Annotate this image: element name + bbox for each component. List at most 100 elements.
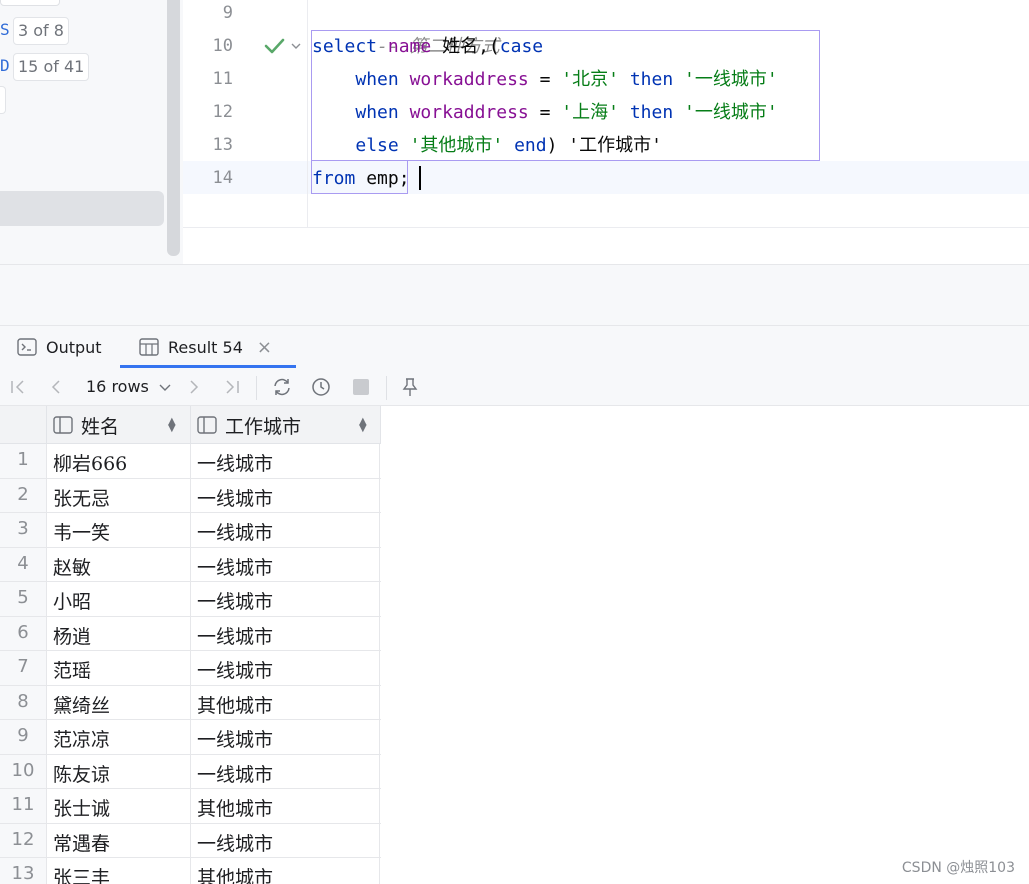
- sidebar-scrollbar[interactable]: [167, 0, 180, 256]
- cell-city[interactable]: 一线城市: [190, 720, 380, 754]
- refresh-icon[interactable]: [271, 376, 293, 398]
- row-number[interactable]: 6: [0, 616, 46, 650]
- close-icon[interactable]: ×: [257, 337, 272, 358]
- statement-highlight-box-tail: [311, 160, 408, 194]
- cell-city[interactable]: 其他城市: [190, 858, 380, 884]
- table-row[interactable]: 6 杨逍 一线城市: [0, 616, 381, 651]
- sidebar-selected-item[interactable]: [0, 191, 164, 226]
- code-line-comment: -- 第二种方式: [312, 0, 500, 57]
- panel-splitter[interactable]: [0, 264, 1029, 326]
- cell-city[interactable]: 一线城市: [190, 513, 380, 547]
- tab-result-label: Result 54: [168, 337, 243, 357]
- cell-city[interactable]: 一线城市: [190, 823, 380, 857]
- check-icon[interactable]: [263, 36, 285, 56]
- tab-output[interactable]: Output: [17, 326, 102, 368]
- text-caret: [419, 166, 421, 190]
- sidebar-badge-cut: [0, 0, 60, 6]
- cell-city[interactable]: 一线城市: [190, 478, 380, 512]
- table-row[interactable]: 10 陈友谅 一线城市: [0, 754, 381, 789]
- row-number[interactable]: 2: [0, 478, 46, 512]
- column-header-city[interactable]: 工作城市: [197, 406, 380, 444]
- cell-city[interactable]: 其他城市: [190, 789, 380, 823]
- row-number[interactable]: 12: [0, 823, 46, 857]
- line-number: 10: [212, 36, 233, 56]
- history-icon[interactable]: [310, 376, 332, 398]
- sort-icon[interactable]: ▲ ▼: [168, 417, 176, 434]
- cell-city[interactable]: 其他城市: [190, 685, 380, 719]
- table-row[interactable]: 12 常遇春 一线城市: [0, 823, 381, 858]
- cell-name[interactable]: 张无忌: [46, 478, 190, 512]
- cell-name[interactable]: 韦一笑: [46, 513, 190, 547]
- cell-name[interactable]: 张士诚: [46, 789, 190, 823]
- last-page-icon[interactable]: [221, 376, 243, 398]
- grid-header: 姓名 ▲ ▼ 工作城市 ▲ ▼: [0, 406, 381, 444]
- row-number[interactable]: 11: [0, 789, 46, 823]
- sql-editor[interactable]: 9 10 11 12 13 14 -- 第二种方式 select name 姓名…: [183, 0, 1029, 264]
- first-page-icon[interactable]: [7, 376, 29, 398]
- column-icon: [197, 416, 217, 434]
- sort-icon[interactable]: ▲ ▼: [359, 417, 367, 434]
- stop-icon[interactable]: [350, 376, 372, 398]
- table-row[interactable]: 7 范瑶 一线城市: [0, 651, 381, 686]
- table-row[interactable]: 2 张无忌 一线城市: [0, 478, 381, 513]
- table-row[interactable]: 8 黛绮丝 其他城市: [0, 685, 381, 720]
- cell-name[interactable]: 赵敏: [46, 547, 190, 581]
- table-row[interactable]: 5 小昭 一线城市: [0, 582, 381, 617]
- cell-city[interactable]: 一线城市: [190, 616, 380, 650]
- row-count-selector[interactable]: 16 rows: [86, 368, 172, 406]
- row-number[interactable]: 8: [0, 685, 46, 719]
- line-number: 11: [212, 69, 233, 89]
- cell-name[interactable]: 常遇春: [46, 823, 190, 857]
- row-number[interactable]: 3: [0, 513, 46, 547]
- table-row[interactable]: 11 张士诚 其他城市: [0, 789, 381, 824]
- editor-bottom-border: [183, 227, 1029, 228]
- row-number[interactable]: 7: [0, 651, 46, 685]
- pin-icon[interactable]: [399, 376, 421, 398]
- cell-name[interactable]: 陈友谅: [46, 754, 190, 788]
- table-row[interactable]: 1 柳岩666 一线城市: [0, 444, 381, 479]
- previous-page-icon[interactable]: [45, 376, 67, 398]
- cell-name[interactable]: 张三丰: [46, 858, 190, 884]
- table-row[interactable]: 9 范凉凉 一线城市: [0, 720, 381, 755]
- cell-city[interactable]: 一线城市: [190, 754, 380, 788]
- cell-city[interactable]: 一线城市: [190, 651, 380, 685]
- chevron-down-icon: [159, 384, 171, 391]
- cell-name[interactable]: 柳岩666: [46, 444, 190, 478]
- header-divider: [190, 406, 191, 444]
- cell-name[interactable]: 小昭: [46, 582, 190, 616]
- statement-highlight-box: [311, 30, 820, 161]
- row-number[interactable]: 13: [0, 858, 46, 884]
- row-number[interactable]: 10: [0, 754, 46, 788]
- database-explorer-sidebar: S 3 of 8 D 15 of 41: [0, 0, 183, 264]
- tab-result[interactable]: Result 54 ×: [139, 326, 272, 368]
- watermark: CSDN @烛照103: [901, 860, 1015, 876]
- header-divider: [46, 406, 47, 444]
- column-header-label: 姓名: [81, 415, 120, 438]
- results-tab-bar: Output Result 54 ×: [0, 326, 1029, 368]
- row-number[interactable]: 4: [0, 547, 46, 581]
- results-toolbar: 16 rows: [0, 368, 1029, 406]
- cell-name[interactable]: 杨逍: [46, 616, 190, 650]
- line-number: 13: [212, 135, 233, 155]
- table-row[interactable]: 4 赵敏 一线城市: [0, 547, 381, 582]
- cell-name[interactable]: 黛绮丝: [46, 685, 190, 719]
- row-number[interactable]: 9: [0, 720, 46, 754]
- tab-output-label: Output: [46, 337, 102, 357]
- cell-city[interactable]: 一线城市: [190, 582, 380, 616]
- table-row[interactable]: 13 张三丰 其他城市: [0, 858, 381, 884]
- row-number[interactable]: 5: [0, 582, 46, 616]
- cell-name[interactable]: 范凉凉: [46, 720, 190, 754]
- table-row[interactable]: 3 韦一笑 一线城市: [0, 513, 381, 548]
- sidebar-count-badge: 3 of 8: [13, 17, 69, 45]
- cell-city[interactable]: 一线城市: [190, 444, 380, 478]
- cell-name[interactable]: 范瑶: [46, 651, 190, 685]
- current-line-highlight: [183, 161, 1029, 194]
- next-page-icon[interactable]: [183, 376, 205, 398]
- line-number: 9: [222, 3, 233, 23]
- sidebar-badge-partial: [0, 86, 6, 114]
- sidebar-count-badge: 15 of 41: [13, 53, 90, 81]
- cell-city[interactable]: 一线城市: [190, 547, 380, 581]
- line-number: 14: [212, 168, 233, 188]
- chevron-down-icon[interactable]: [290, 40, 302, 52]
- row-number[interactable]: 1: [0, 444, 46, 478]
